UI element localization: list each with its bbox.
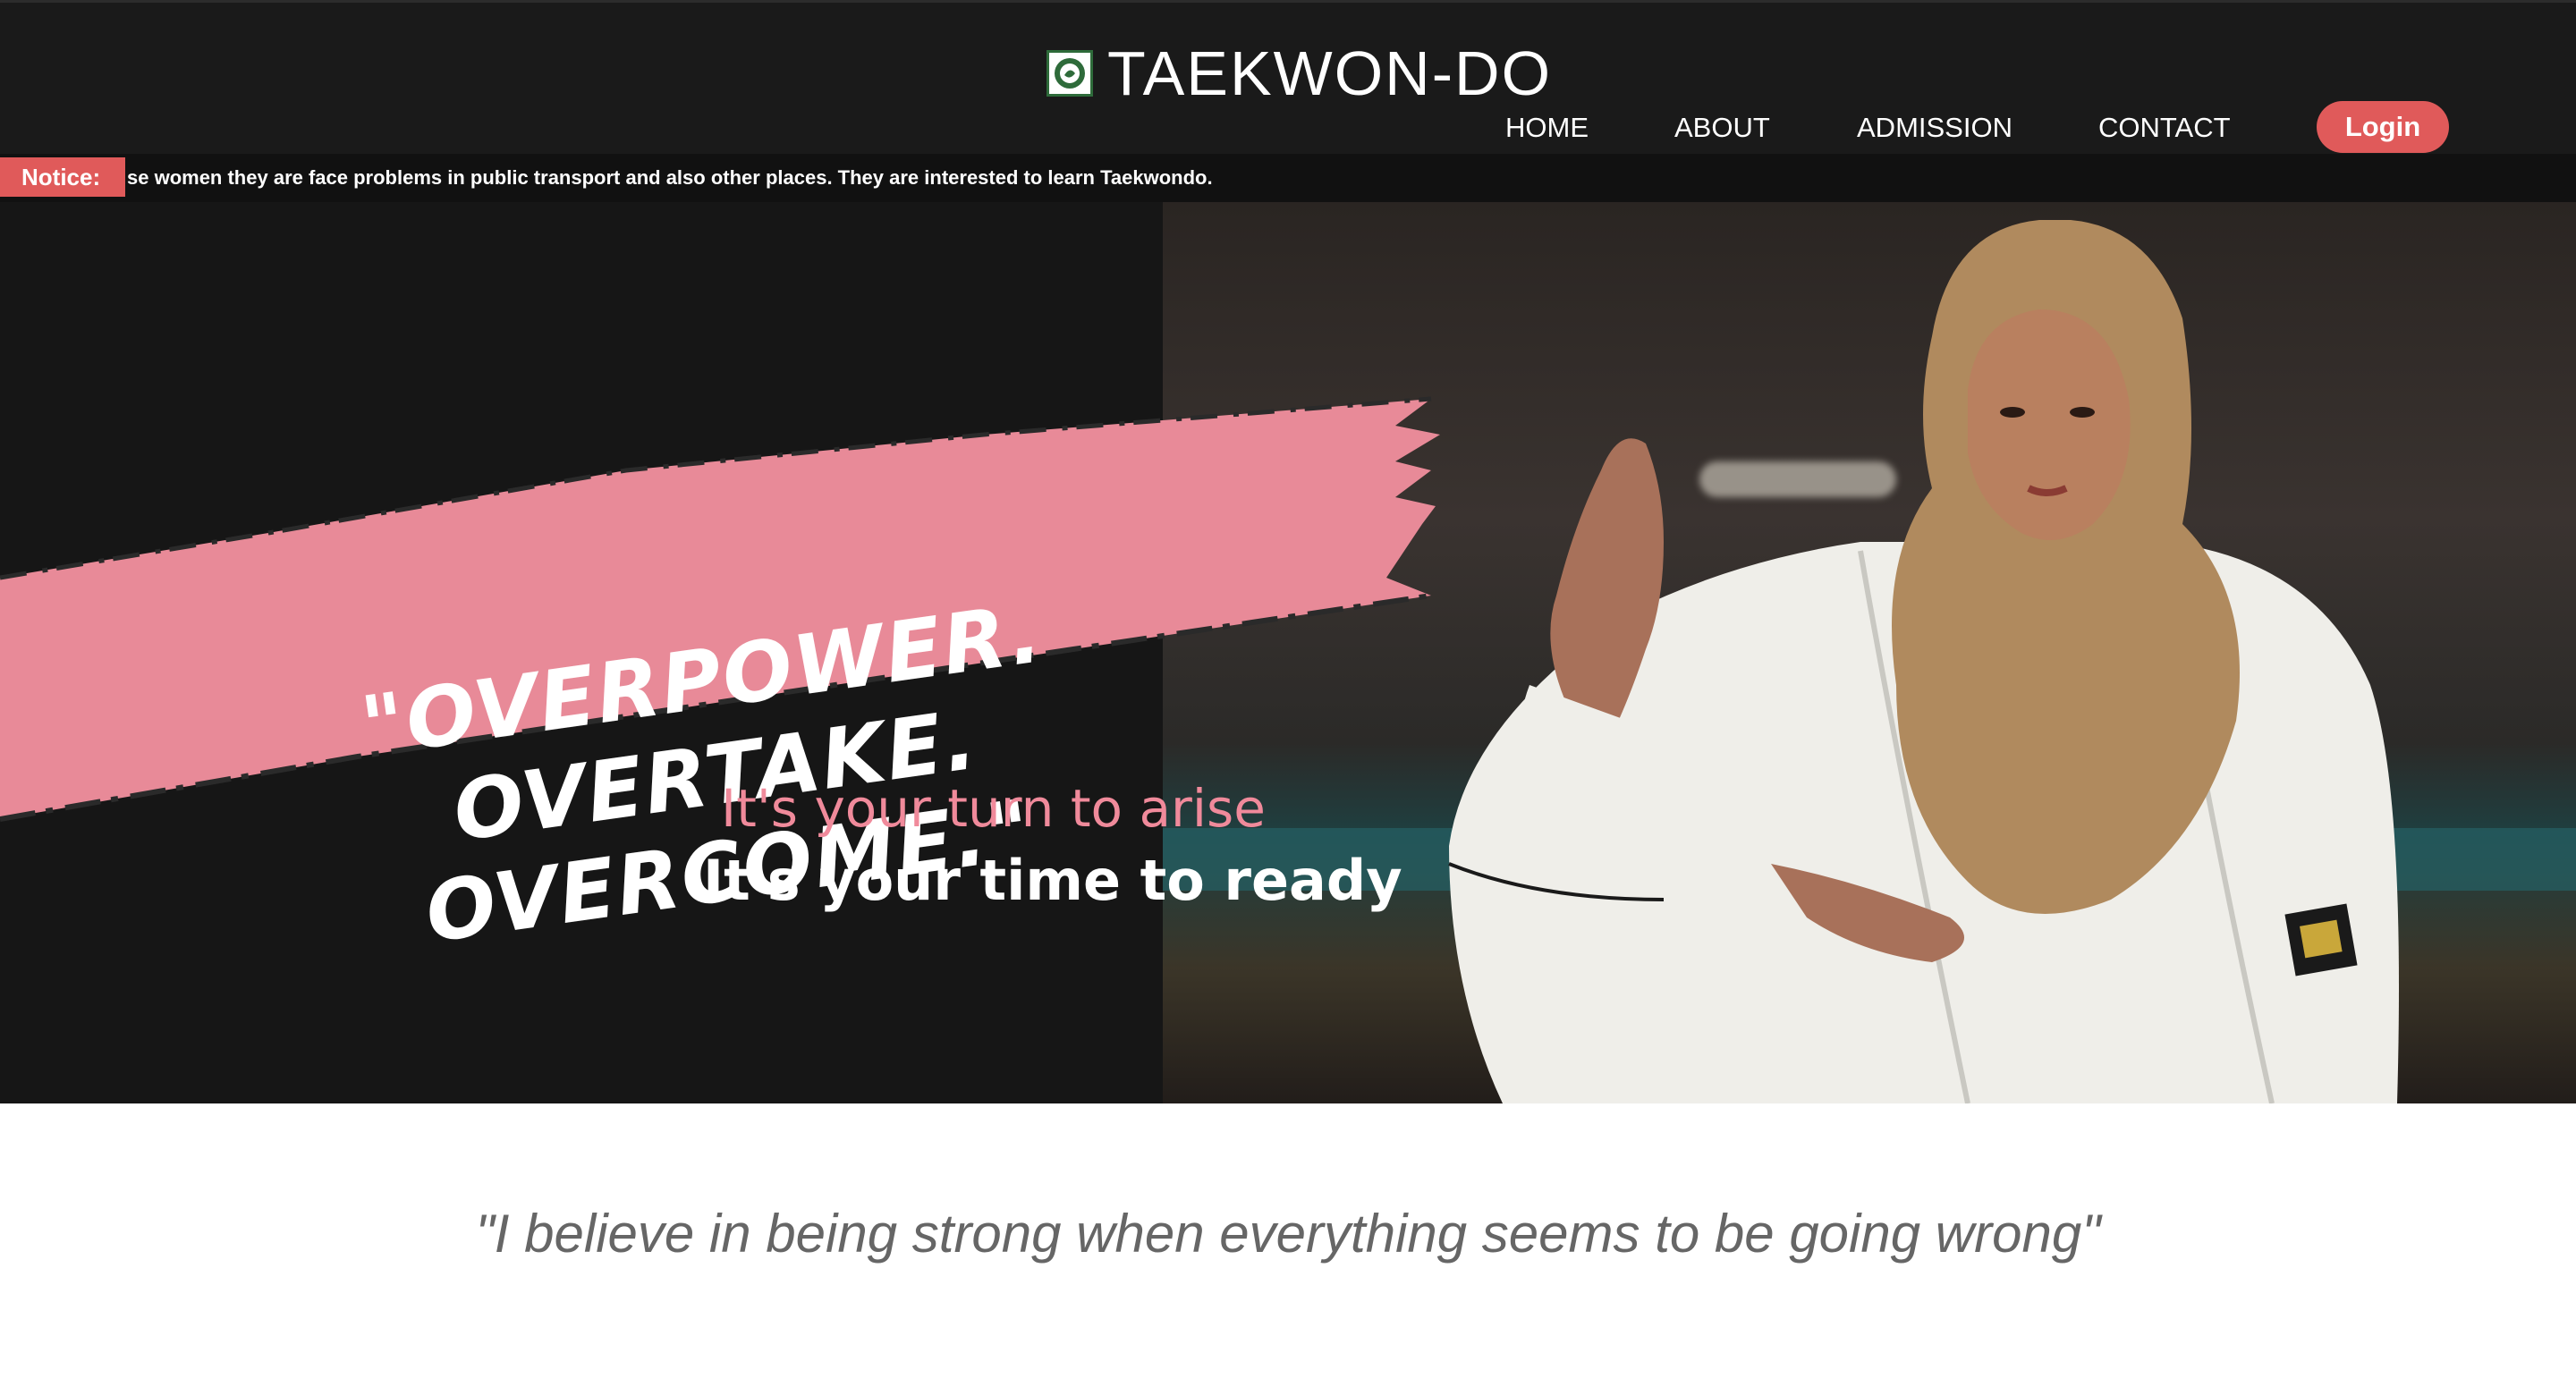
tagline-arise: It's your turn to arise [721, 778, 1266, 839]
martial-artist-figure [1448, 220, 2399, 1103]
brand-title: TAEKWON-DO [1107, 38, 1553, 108]
taekwondo-emblem-icon [1046, 50, 1093, 97]
login-button[interactable]: Login [2317, 101, 2449, 153]
brand[interactable]: TAEKWON-DO [1046, 42, 1552, 105]
nav-home[interactable]: HOME [1505, 108, 1589, 148]
inspirational-quote: "I believe in being strong when everythi… [475, 1204, 2101, 1264]
notice-bar: Notice: se women they are face problems … [0, 154, 2576, 202]
tagline-ready: It's your time to ready [703, 848, 1402, 913]
nav-admission[interactable]: ADMISSION [1857, 108, 2012, 148]
notice-label: Notice: [0, 157, 125, 197]
hero-banner: "OVERPOWER. OVERTAKE. OVERCOME." It's yo… [0, 202, 2576, 1103]
nav-contact[interactable]: CONTACT [2098, 108, 2231, 148]
site-header: TAEKWON-DO HOME ABOUT ADMISSION CONTACT … [0, 0, 2576, 159]
notice-marquee-text: se women they are face problems in publi… [127, 166, 1213, 189]
nav-about[interactable]: ABOUT [1674, 108, 1770, 148]
